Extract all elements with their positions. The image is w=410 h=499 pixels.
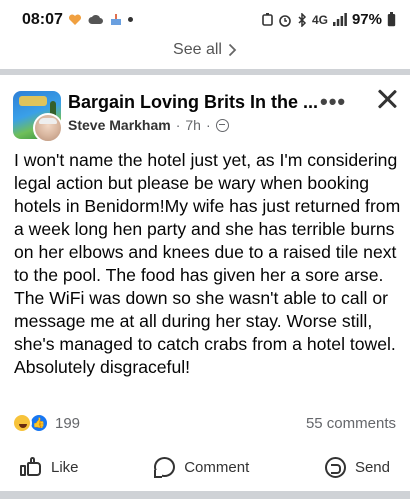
bluetooth-icon	[298, 12, 307, 27]
signal-icon	[332, 13, 347, 26]
send-button[interactable]: Send	[324, 447, 390, 487]
dot-icon	[128, 17, 133, 22]
status-time: 08:07	[22, 11, 63, 28]
close-icon[interactable]	[375, 87, 399, 111]
section-divider	[0, 491, 410, 499]
status-right: 4G 97%	[262, 11, 396, 28]
haha-reaction-icon	[12, 413, 32, 433]
comments-count[interactable]: 55 comments	[306, 415, 396, 432]
cake-icon	[111, 14, 121, 25]
comment-button[interactable]: Comment	[154, 447, 249, 487]
cloud-icon	[88, 14, 103, 24]
reaction-count: 199	[55, 414, 81, 432]
feed-post: Bargain Loving Brits In the ... Steve Ma…	[0, 75, 410, 499]
comment-label: Comment	[184, 458, 250, 476]
post-actions: Like Comment Send	[0, 447, 410, 487]
status-notification-icons	[68, 13, 133, 26]
globe-icon	[215, 118, 229, 132]
lock-battery-icon	[262, 13, 273, 26]
heart-icon	[68, 13, 82, 25]
meta-separator: ·	[205, 117, 211, 133]
group-name[interactable]: Bargain Loving Brits In the ...	[68, 92, 318, 113]
post-meta: Steve Markham · 7h ·	[68, 117, 229, 133]
like-button[interactable]: Like	[20, 447, 79, 487]
network-type: 4G	[311, 12, 328, 27]
alarm-icon	[279, 14, 291, 27]
meta-separator: ·	[175, 117, 181, 133]
chevron-right-icon	[228, 43, 237, 57]
battery-icon	[387, 12, 396, 27]
author-name[interactable]: Steve Markham	[68, 117, 171, 133]
avatar[interactable]	[33, 113, 63, 143]
reactions-summary[interactable]: 👍 199	[12, 413, 80, 433]
more-options-icon[interactable]: •••	[320, 89, 346, 115]
see-all-link[interactable]: See all	[0, 38, 410, 62]
like-reaction-icon: 👍	[29, 413, 49, 433]
status-bar: 08:07 4G 97%	[0, 0, 410, 40]
comment-icon	[154, 457, 176, 478]
post-time[interactable]: 7h	[185, 117, 201, 133]
post-text: I won't name the hotel just yet, as I'm …	[14, 150, 401, 377]
battery-percentage: 97%	[351, 11, 382, 28]
whatsapp-icon	[324, 456, 346, 478]
thumbs-up-icon	[20, 457, 42, 477]
send-label: Send	[354, 458, 390, 476]
like-label: Like	[51, 458, 79, 476]
see-all-label: See all	[173, 41, 222, 58]
